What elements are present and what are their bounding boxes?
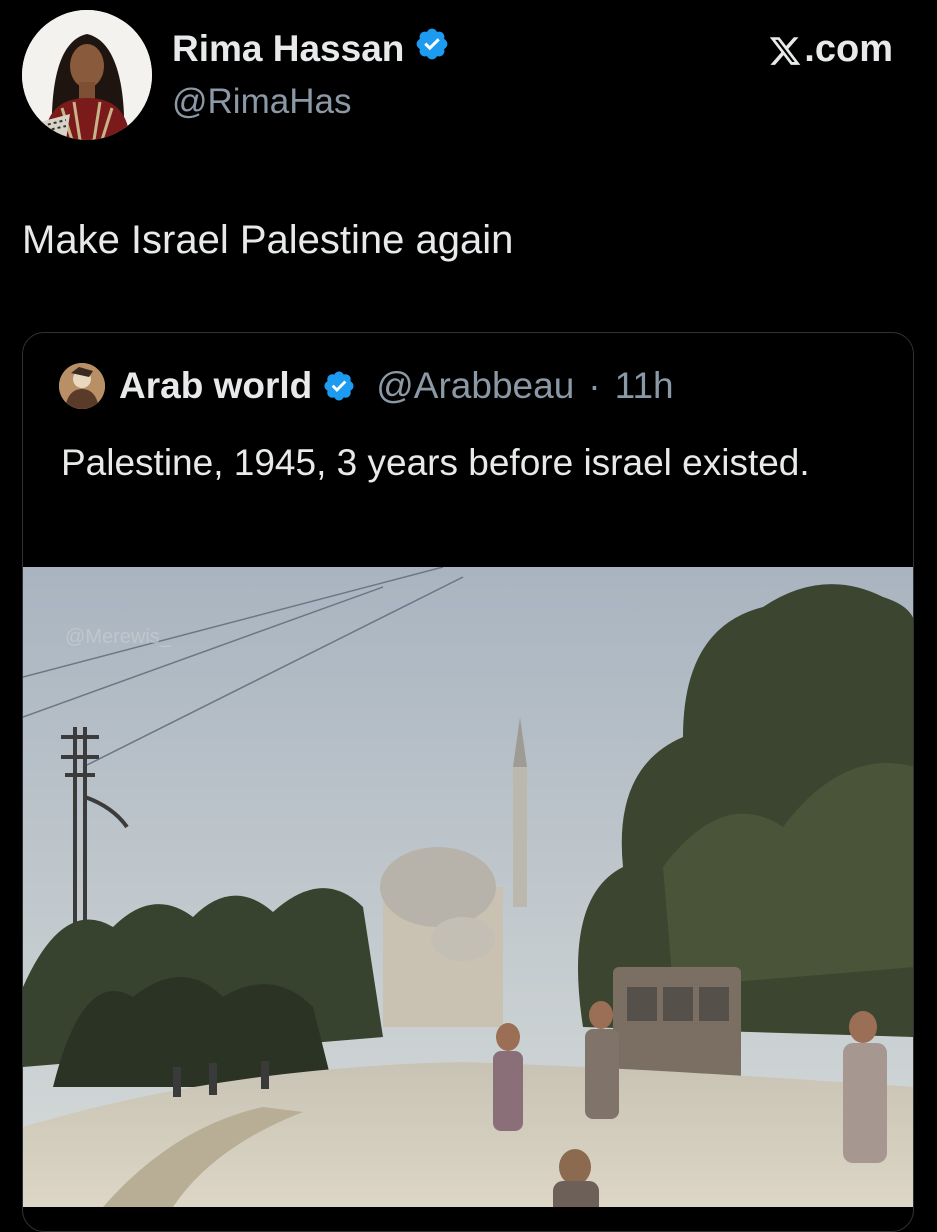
painting-avatar-icon	[59, 363, 105, 409]
historical-street-photo: @Merewis_	[23, 567, 913, 1207]
author-name[interactable]: Rima Hassan	[172, 28, 404, 70]
profile-photo	[22, 10, 152, 140]
media-watermark: @Merewis_	[65, 626, 172, 648]
quoted-tweet-time[interactable]: 11h	[615, 365, 674, 407]
meta-separator: ·	[588, 365, 601, 406]
tweet-text: Make Israel Palestine again	[22, 218, 514, 262]
site-label: .com	[768, 28, 893, 71]
verified-badge-icon	[322, 369, 356, 403]
author-avatar[interactable]	[22, 10, 152, 140]
quoted-author-avatar[interactable]	[59, 363, 105, 409]
quoted-author-handle[interactable]: @Arabbeau	[376, 365, 574, 407]
author-handle[interactable]: @RimaHas	[172, 82, 351, 122]
quoted-tweet-card[interactable]: Arab world @Arabbeau · 11h Palestine, 1945…	[22, 332, 914, 1232]
author-name-row[interactable]: Rima Hassan	[172, 26, 450, 71]
verified-badge-icon	[414, 26, 450, 71]
quoted-tweet-header: Arab world @Arabbeau · 11h	[59, 363, 674, 409]
quoted-tweet-media[interactable]: @Merewis_	[23, 567, 913, 1207]
site-label-text: .com	[804, 28, 893, 70]
quoted-tweet-text: Palestine, 1945, 3 years before israel e…	[61, 442, 810, 483]
quoted-author-name[interactable]: Arab world	[119, 365, 312, 407]
x-logo-icon	[768, 32, 802, 68]
